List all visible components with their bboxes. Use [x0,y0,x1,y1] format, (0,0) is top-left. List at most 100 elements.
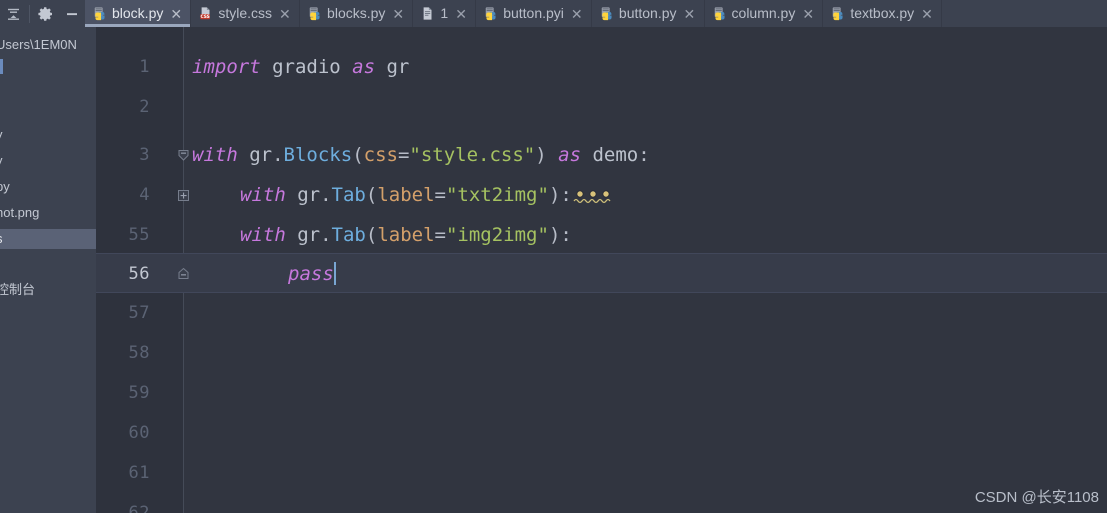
editor-tab-column-py[interactable]: column.py ✕ [704,0,824,27]
editor-line[interactable]: 62 [96,493,1107,513]
token-punct: ) [535,144,559,166]
project-tree-item[interactable]: s [0,229,96,249]
close-icon[interactable]: ✕ [571,7,583,21]
editor-tab-button-py[interactable]: button.py ✕ [591,0,705,27]
project-tree-item-label: y [0,125,96,145]
tab-label: block.py [112,5,164,21]
code-text: import gradio as gr [192,47,409,87]
token-cls: Tab [331,224,366,246]
tab-label: column.py [731,5,796,21]
editor-tab-style-css[interactable]: CSS style.css ✕ [191,0,301,27]
token-dot: . [272,144,284,166]
tab-label: textbox.py [850,5,915,21]
project-tree-item[interactable]: Users\1EM0N [0,35,96,55]
project-tree-item-label: 控制台 [0,282,36,297]
token-plain: demo [592,144,639,166]
fold-collapsed-icon[interactable] [177,189,190,202]
fold-expanded-icon[interactable] [177,149,190,162]
project-tool-window[interactable]: Users\1EM0N yy py hot.png s 控制台 [0,27,96,513]
text-caret [333,262,336,285]
editor-line[interactable]: 56 pass [96,253,1107,293]
token-cls: Tab [331,184,366,206]
python-file-icon [831,6,845,21]
tab-label: button.py [618,5,677,21]
editor-line[interactable]: 4 with gr.Tab(label="txt2img"): [96,175,1107,215]
project-tree-item-label: s [0,229,96,249]
token-punct: ( [352,144,364,166]
editor-line[interactable]: 2 [96,87,1107,127]
close-icon[interactable]: ✕ [279,7,291,21]
text-caret [0,59,3,74]
project-tree-item[interactable]: y [0,125,96,145]
token-kw: as [352,56,387,78]
close-icon[interactable]: ✕ [802,7,814,21]
editor-tab-textbox-py[interactable]: textbox.py ✕ [823,0,943,27]
tab-label: style.css [218,5,273,21]
line-number: 60 [128,423,150,443]
code-text: with gr.Blocks(css="style.css") as demo: [192,135,650,175]
editor-line[interactable]: 58 [96,333,1107,373]
line-number: 61 [128,463,150,483]
line-number: 62 [128,503,150,513]
token-kw: pass [288,263,334,285]
token-plain: gr [249,144,273,166]
tab-strip: block.py ✕ CSS style.css ✕ blocks.py ✕ 1 ✕ button… [85,0,1107,27]
python-file-icon [484,6,498,21]
editor-line[interactable]: 60 [96,413,1107,453]
watermark-text: CSDN @长安1108 [974,489,1099,506]
line-number: 1 [139,57,150,77]
token-punct: ): [548,184,572,206]
code-editor[interactable]: 1 import gradio as gr 2 3 with gr.Blocks(css… [96,27,1107,513]
token-str: "img2img" [445,224,549,246]
editor-tab-block-py[interactable]: block.py ✕ [85,0,192,27]
ide-window: block.py ✕ CSS style.css ✕ blocks.py ✕ 1 ✕ button… [0,0,1107,513]
token-dot: . [320,184,332,206]
token-punct: ( [365,184,378,206]
settings-gear-icon[interactable] [33,0,59,27]
token-dot: . [320,224,332,246]
python-file-icon [600,6,614,21]
editor-line[interactable]: 57 [96,293,1107,333]
token-punct: = [434,184,446,206]
editor-line[interactable]: 55 with gr.Tab(label="img2img"): [96,215,1107,255]
token-punct: = [434,224,446,246]
token-punct: = [397,144,410,166]
editor-line[interactable]: 3 with gr.Blocks(css="style.css") as demo… [96,135,1107,175]
token-kw: with [192,144,250,166]
project-tree-item[interactable]: 控制台 [0,280,96,300]
close-icon[interactable]: ✕ [392,7,404,21]
project-tree-item[interactable] [0,59,96,79]
toolbar-divider [29,4,30,23]
token-plain: gr [386,56,410,78]
code-text: pass [288,254,336,294]
text-file-icon [421,6,435,21]
editor-tab-1[interactable]: 1 ✕ [413,0,477,27]
tab-label: blocks.py [327,5,386,21]
token-punct: ): [548,224,572,246]
hide-panel-icon[interactable] [59,0,85,27]
editor-line[interactable]: 1 import gradio as gr [96,47,1107,87]
line-number: 57 [128,303,150,323]
code-text: with gr.Tab(label="img2img"): [240,215,572,255]
project-tree-item[interactable]: y [0,151,96,171]
line-number: 56 [128,264,150,284]
editor-tab-blocks-py[interactable]: blocks.py ✕ [300,0,414,27]
python-file-icon [308,6,322,21]
project-tree-item[interactable]: py [0,177,96,197]
close-icon[interactable]: ✕ [455,7,467,21]
folded-code-placeholder[interactable] [573,189,617,203]
editor-tab-button-pyi[interactable]: button.pyi ✕ [476,0,592,27]
fold-end-icon[interactable] [177,267,190,280]
close-icon[interactable]: ✕ [170,7,182,21]
css-file-icon: CSS [199,6,213,21]
close-icon[interactable]: ✕ [921,7,933,21]
project-tree-item[interactable]: hot.png [0,203,96,223]
editor-line[interactable]: 59 [96,373,1107,413]
project-tree-item-label: Users\1EM0N [0,37,77,52]
token-plain: gr [297,184,321,206]
token-cls: Blocks [283,144,353,166]
token-str: "style.css" [409,144,536,166]
close-icon[interactable]: ✕ [684,7,696,21]
collapse-all-icon[interactable] [0,0,26,27]
editor-line[interactable]: 61 [96,453,1107,493]
